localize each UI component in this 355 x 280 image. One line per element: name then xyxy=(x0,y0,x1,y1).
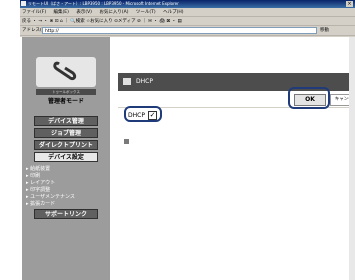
device-settings-button[interactable]: デバイス設定 xyxy=(34,152,98,162)
close-icon[interactable]: × xyxy=(346,1,353,7)
page-content: トゥールボックス 管理者モード デバイス管理 ジョブ管理 ダイレクトプリント デ… xyxy=(20,37,355,280)
main-panel: DHCP OK キャンセル DHCP ✓ xyxy=(110,37,355,280)
scrollbar[interactable] xyxy=(349,37,355,280)
dhcp-highlight xyxy=(124,106,162,122)
subitem-user-maintenance[interactable]: ▸ ユーザメンテナンス xyxy=(26,193,75,200)
menu-favorites[interactable]: お気に入り(A) xyxy=(99,10,128,15)
sidebar: トゥールボックス 管理者モード デバイス管理 ジョブ管理 ダイレクトプリント デ… xyxy=(22,37,110,280)
ok-highlight xyxy=(288,87,330,109)
title-bar: リモートUI（ぱさ・アート）: LBP3950 : LBP3950 - Micr… xyxy=(20,0,355,8)
page-icon xyxy=(124,139,129,144)
address-input[interactable]: http:// xyxy=(42,27,317,34)
toolbar[interactable]: 戻る ・ → ・ ⊗ ⊡ ⌂ ｜ 🔍検索 ☆お気に入り ⊙メディア ⊘ ｜ ✉ … xyxy=(20,17,355,26)
browser-window: リモートUI（ぱさ・アート）: LBP3950 : LBP3950 - Micr… xyxy=(20,0,355,280)
support-link-button[interactable]: サポートリンク xyxy=(34,209,98,219)
subitem-expansion-card[interactable]: ▸ 拡張カード xyxy=(26,200,55,207)
toolbar-buttons[interactable]: 戻る ・ → ・ ⊗ ⊡ ⌂ ｜ 🔍検索 ☆お気に入り ⊙メディア ⊘ ｜ ✉ … xyxy=(22,19,182,24)
subitem-layout[interactable]: ▸ レイアウト xyxy=(26,179,55,186)
ie-icon xyxy=(21,1,26,6)
panel-title: DHCP xyxy=(136,78,153,85)
subitem-paper-source[interactable]: ▸ 給紙装置 xyxy=(26,165,50,172)
menu-bar: ファイル(F) 編集(E) 表示(V) お気に入り(A) ツール(T) ヘルプ(… xyxy=(20,8,355,17)
subitem-print[interactable]: ▸ 印刷 xyxy=(26,172,40,179)
mode-label: 管理者モード xyxy=(47,98,84,105)
printer-logo-icon xyxy=(36,57,96,87)
dhcp-row: DHCP ✓ xyxy=(118,106,355,122)
device-manage-button[interactable]: デバイス管理 xyxy=(34,116,98,126)
menu-help[interactable]: ヘルプ(H) xyxy=(163,10,183,15)
window-title: リモートUI（ぱさ・アート）: LBP3950 : LBP3950 - Micr… xyxy=(28,1,179,6)
toolbox-label: トゥールボックス xyxy=(36,89,96,95)
direct-print-button[interactable]: ダイレクトプリント xyxy=(34,140,98,150)
go-button[interactable]: 移動 xyxy=(320,26,329,35)
menu-tools[interactable]: ツール(T) xyxy=(136,10,156,15)
subitem-print-adjust[interactable]: ▸ 印字調整 xyxy=(26,186,50,193)
menu-view[interactable]: 表示(V) xyxy=(76,10,92,15)
menu-file[interactable]: ファイル(F) xyxy=(22,10,46,15)
job-manage-button[interactable]: ジョブ管理 xyxy=(34,128,98,138)
menu-edit[interactable]: 編集(E) xyxy=(54,10,69,15)
window-icon xyxy=(123,78,131,85)
address-bar: アドレス(D) http:// 移動 xyxy=(20,26,355,36)
